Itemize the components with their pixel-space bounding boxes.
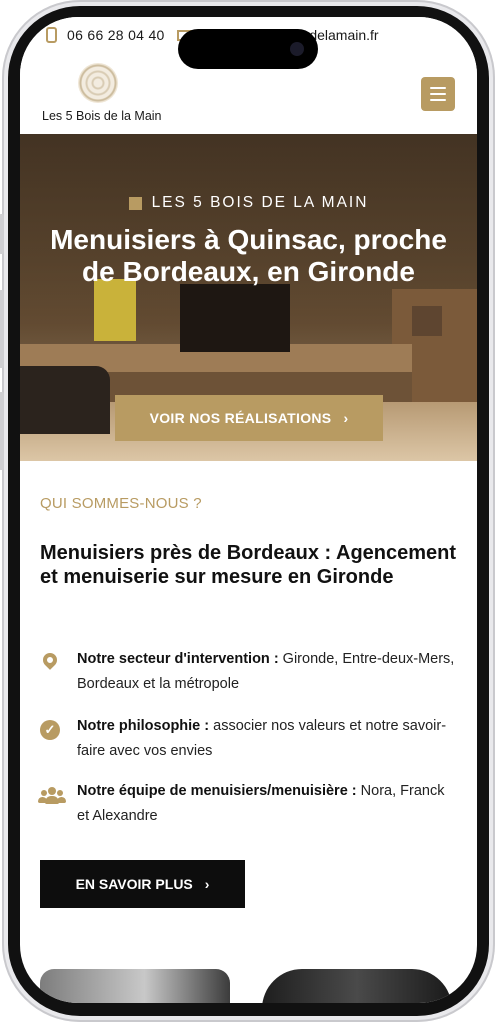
- hamburger-icon-line: [430, 99, 446, 101]
- feature-text: Notre équipe de menuisiers/menuisière : …: [77, 779, 460, 829]
- feature-label: Notre équipe de menuisiers/menuisière :: [77, 783, 357, 799]
- logo-wood-rings-icon[interactable]: [78, 63, 118, 103]
- hero-banner: LES 5 BOIS DE LA MAIN Menuisiers à Quins…: [20, 134, 477, 461]
- gallery-image[interactable]: [40, 969, 230, 1003]
- learn-more-button[interactable]: EN SAVOIR PLUS ›: [40, 860, 245, 908]
- action-button: [0, 214, 4, 254]
- chevron-right-icon: ›: [343, 410, 349, 426]
- sofa-image: [20, 366, 110, 434]
- gallery-image[interactable]: [262, 969, 452, 1003]
- chevron-right-icon: ›: [204, 876, 210, 892]
- team-icon: [38, 785, 66, 805]
- menu-button[interactable]: [421, 77, 455, 111]
- section-title: Menuisiers près de Bordeaux : Agencement…: [40, 542, 457, 588]
- square-bullet-icon: [128, 196, 142, 210]
- feature-label: Notre secteur d'intervention :: [77, 651, 279, 667]
- tv-image: [180, 284, 290, 352]
- feature-label: Notre philosophie :: [77, 718, 210, 734]
- button-label: VOIR NOS RÉALISATIONS: [149, 410, 332, 426]
- feature-text: Notre philosophie : associer nos valeurs…: [77, 714, 460, 764]
- check-circle-icon: ✓: [40, 720, 60, 740]
- hero-title: Menuisiers à Quinsac, proche de Bordeaux…: [50, 224, 447, 287]
- feature-text: Notre secteur d'intervention : Gironde, …: [77, 647, 460, 697]
- poster-image: [94, 279, 136, 341]
- camera-icon: [290, 42, 304, 56]
- view-realisations-button[interactable]: VOIR NOS RÉALISATIONS ›: [115, 395, 383, 441]
- oven-image: [412, 306, 442, 336]
- volume-up-button: [0, 290, 4, 368]
- phone-number-link[interactable]: 06 66 28 04 40: [67, 27, 165, 43]
- phone-icon: [46, 27, 57, 43]
- screen: 06 66 28 04 40 contact@les5boisdelamain.…: [20, 17, 477, 1003]
- dynamic-island: [178, 29, 318, 69]
- volume-down-button: [0, 392, 4, 470]
- button-label: EN SAVOIR PLUS: [75, 876, 193, 892]
- location-pin-icon: [40, 650, 60, 673]
- hero-label-text: LES 5 BOIS DE LA MAIN: [151, 194, 369, 211]
- hero-label: LES 5 BOIS DE LA MAIN: [20, 194, 477, 212]
- logo-text[interactable]: Les 5 Bois de la Main: [42, 109, 162, 123]
- section-kicker: QUI SOMMES-NOUS ?: [40, 495, 202, 512]
- hamburger-icon-line: [430, 87, 446, 89]
- hamburger-icon-line: [430, 93, 446, 95]
